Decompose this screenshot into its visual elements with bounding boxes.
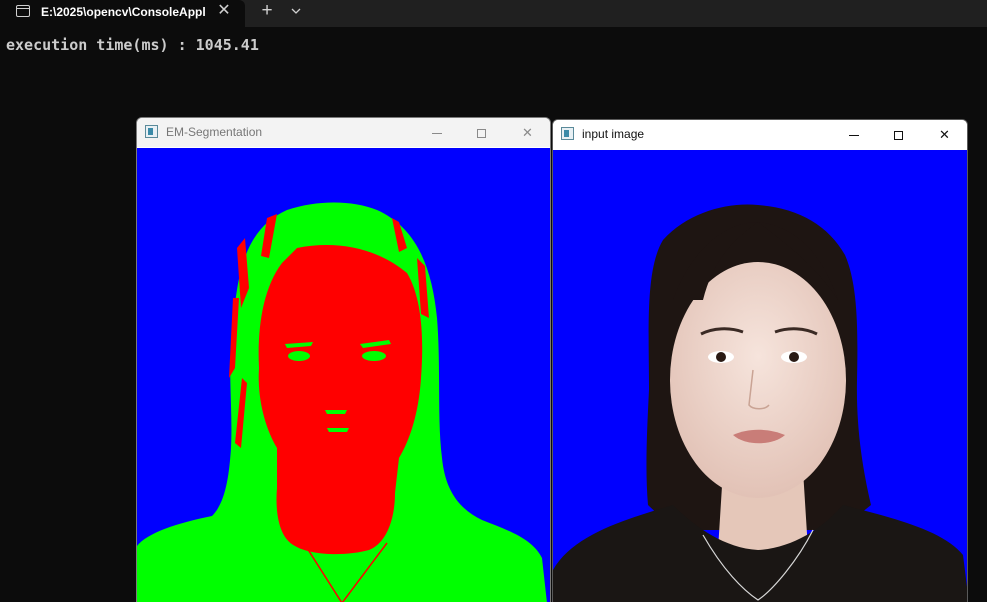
maximize-icon <box>477 129 486 139</box>
window-title: input image <box>582 127 645 141</box>
terminal-tab-title: E:\2025\opencv\ConsoleApplication <box>41 5 205 19</box>
tab-close-icon[interactable]: ✕ <box>214 1 234 21</box>
tab-dropdown-button[interactable] <box>285 0 307 22</box>
minimize-icon <box>848 135 859 137</box>
minimize-button[interactable] <box>831 120 876 149</box>
terminal-tab-bar: E:\2025\opencv\ConsoleApplication ✕ + <box>0 0 987 27</box>
maximize-button[interactable] <box>876 120 921 149</box>
maximize-button[interactable] <box>459 118 504 147</box>
input-photo <box>553 150 967 602</box>
terminal-tab[interactable]: E:\2025\opencv\ConsoleApplication ✕ <box>0 0 245 27</box>
window-titlebar[interactable]: input image ✕ <box>553 120 967 149</box>
terminal-icon <box>16 5 30 17</box>
close-button[interactable]: ✕ <box>505 118 550 147</box>
minimize-icon <box>431 133 442 135</box>
maximize-icon <box>894 131 903 141</box>
minimize-button[interactable] <box>414 118 459 147</box>
chevron-down-icon <box>291 8 301 15</box>
input-image-window[interactable]: input image ✕ <box>552 119 968 602</box>
window-title: EM-Segmentation <box>166 125 263 139</box>
new-tab-button[interactable]: + <box>256 0 278 22</box>
opencv-window-icon <box>145 125 158 138</box>
console-output-line: execution time(ms) : 1045.41 <box>6 36 259 54</box>
segmentation-image <box>137 148 550 602</box>
em-segmentation-window[interactable]: EM-Segmentation ✕ <box>136 117 551 602</box>
opencv-window-icon <box>561 127 574 140</box>
close-button[interactable]: ✕ <box>922 120 967 149</box>
window-titlebar[interactable]: EM-Segmentation ✕ <box>137 118 550 147</box>
